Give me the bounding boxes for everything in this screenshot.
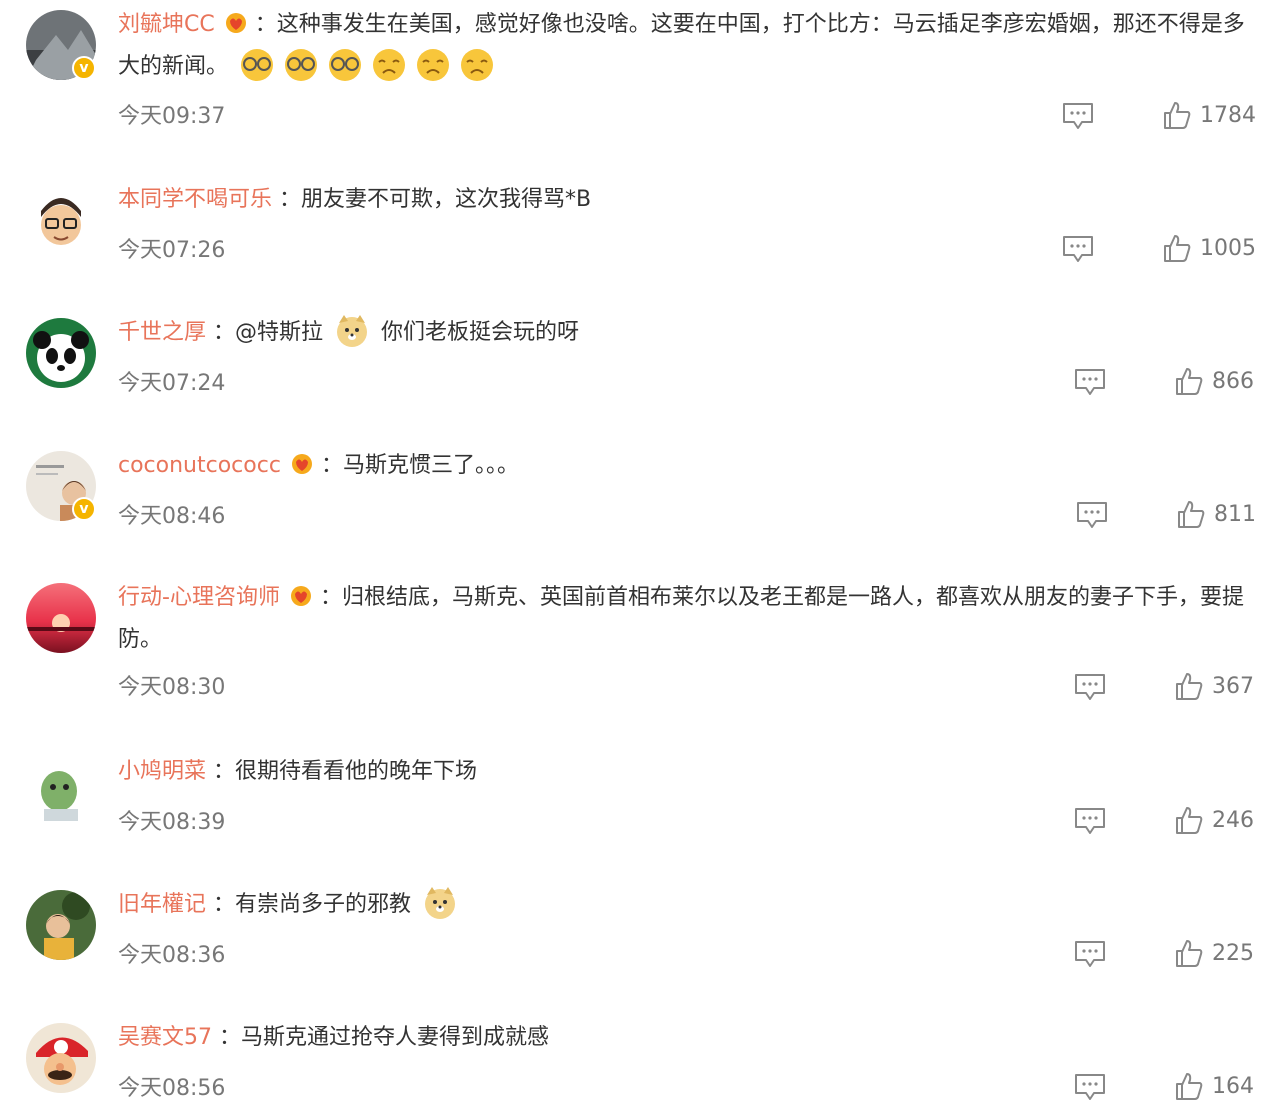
timestamp: 今天09:37 (118, 104, 226, 129)
username-link[interactable]: 吴赛文57 (118, 1025, 212, 1050)
like-button[interactable]: 1784 (1162, 100, 1256, 134)
comment-item: v 刘毓坤CC ：这种事发生在美国，感觉好像也没啥。这要在中国，打个比方：马云插足… (0, 0, 1280, 160)
comment-text: 旧年權记 ：有崇尚多子的邪教 (118, 884, 1260, 926)
timestamp: 今天08:30 (118, 675, 226, 700)
avatar[interactable] (26, 1023, 96, 1093)
username-link[interactable]: 小鸠明菜 (118, 759, 206, 784)
comment-body: ：马斯克惯三了。。。 (320, 453, 519, 478)
like-button[interactable]: 1005 (1162, 233, 1256, 267)
vip-heart-badge-icon (286, 585, 316, 607)
comment-item: 本同学不喝可乐 ：朋友妻不可欺，这次我得骂*B 今天07:26 1005 (0, 175, 1280, 295)
dizzy-face-emoji (327, 47, 363, 83)
comment-bubble-icon[interactable] (1062, 235, 1094, 263)
like-count: 164 (1212, 1073, 1254, 1099)
thumbs-up-icon (1176, 807, 1203, 834)
like-button[interactable]: 866 (1174, 366, 1254, 400)
comment-text: 千世之厚 ：@特斯拉 你们老板挺会玩的呀 (118, 312, 1260, 354)
username-link[interactable]: 本同学不喝可乐 (118, 187, 272, 212)
timestamp: 今天08:46 (118, 504, 226, 529)
comment-text: 本同学不喝可乐 ：朋友妻不可欺，这次我得骂*B (118, 179, 1260, 221)
comment-item: 千世之厚 ：@特斯拉 你们老板挺会玩的呀 今天07:24 866 (0, 308, 1280, 428)
comment-bubble-icon[interactable] (1062, 102, 1094, 130)
comment-bubble-icon[interactable] (1074, 673, 1106, 701)
comment-body: ：@特斯拉 (213, 320, 324, 345)
dizzy-face-emoji (283, 47, 319, 83)
like-button[interactable]: 246 (1174, 805, 1254, 839)
username-link[interactable]: 千世之厚 (118, 320, 206, 345)
sad-face-emoji (459, 47, 495, 83)
comment-bubble-icon[interactable] (1076, 501, 1108, 529)
comment-feed: v 刘毓坤CC ：这种事发生在美国，感觉好像也没啥。这要在中国，打个比方：马云插足… (0, 0, 1280, 1104)
doge-emoji (422, 885, 458, 921)
username-link[interactable]: 行动-心理咨询师 (118, 585, 280, 610)
like-count: 1005 (1200, 235, 1256, 261)
avatar[interactable] (26, 318, 96, 388)
comment-item: 旧年權记 ：有崇尚多子的邪教 今天08:36 225 (0, 880, 1280, 1000)
comment-bubble-icon[interactable] (1074, 940, 1106, 968)
vip-heart-badge-icon (287, 453, 317, 475)
username-link[interactable]: coconutcococc (118, 453, 281, 478)
comment-text: 刘毓坤CC ：这种事发生在美国，感觉好像也没啥。这要在中国，打个比方：马云插足李彦… (118, 4, 1260, 88)
comment-item: 行动-心理咨询师 ：归根结底，马斯克、英国前首相布莱尔以及老王都是一路人，都喜欢从… (0, 573, 1280, 733)
like-button[interactable]: 164 (1174, 1071, 1254, 1105)
comment-body: ：很期待看看他的晚年下场 (213, 759, 478, 784)
thumbs-up-icon (1176, 673, 1203, 700)
thumbs-up-icon (1164, 102, 1191, 129)
like-count: 811 (1214, 501, 1256, 527)
timestamp: 今天08:36 (118, 943, 226, 968)
thumbs-up-icon (1164, 235, 1191, 262)
avatar[interactable] (26, 583, 96, 653)
like-count: 367 (1212, 673, 1254, 699)
username-link[interactable]: 刘毓坤CC (118, 12, 215, 37)
like-count: 866 (1212, 368, 1254, 394)
like-count: 246 (1212, 807, 1254, 833)
dizzy-face-emoji (239, 47, 275, 83)
like-button[interactable]: 811 (1176, 499, 1256, 533)
doge-emoji (334, 313, 370, 349)
avatar[interactable] (26, 185, 96, 255)
comment-item: 吴赛文57 ：马斯克通过抢夺人妻得到成就感 今天08:56 164 (0, 1013, 1280, 1104)
like-count: 225 (1212, 940, 1254, 966)
verified-badge-icon: v (72, 497, 96, 521)
avatar[interactable] (26, 757, 96, 827)
comment-bubble-icon[interactable] (1074, 807, 1106, 835)
thumbs-up-icon (1178, 501, 1205, 528)
comment-body: ：朋友妻不可欺，这次我得骂*B (279, 187, 592, 212)
comment-body: ：有崇尚多子的邪教 (213, 892, 412, 917)
like-button[interactable]: 367 (1174, 671, 1254, 705)
sad-face-emoji (415, 47, 451, 83)
comment-text: 吴赛文57 ：马斯克通过抢夺人妻得到成就感 (118, 1017, 1260, 1059)
comment-text: 小鸠明菜 ：很期待看看他的晚年下场 (118, 751, 1260, 793)
avatar[interactable]: v (26, 451, 96, 521)
timestamp: 今天07:26 (118, 238, 226, 263)
avatar[interactable]: v (26, 10, 96, 80)
like-count: 1784 (1200, 102, 1256, 128)
verified-badge-icon: v (72, 56, 96, 80)
comment-bubble-icon[interactable] (1074, 1073, 1106, 1101)
comment-text: coconutcococc ：马斯克惯三了。。。 (118, 445, 1260, 487)
comment-body-continued: 你们老板挺会玩的呀 (381, 320, 580, 345)
comment-item: 小鸠明菜 ：很期待看看他的晚年下场 今天08:39 246 (0, 747, 1280, 867)
like-button[interactable]: 225 (1174, 938, 1254, 972)
timestamp: 今天07:24 (118, 371, 226, 396)
sad-face-emoji (371, 47, 407, 83)
comment-bubble-icon[interactable] (1074, 368, 1106, 396)
username-link[interactable]: 旧年權记 (118, 892, 206, 917)
timestamp: 今天08:56 (118, 1076, 226, 1101)
comment-body: ：马斯克通过抢夺人妻得到成就感 (219, 1025, 550, 1050)
thumbs-up-icon (1176, 940, 1203, 967)
thumbs-up-icon (1176, 368, 1203, 395)
comment-text: 行动-心理咨询师 ：归根结底，马斯克、英国前首相布莱尔以及老王都是一路人，都喜欢从… (118, 577, 1260, 661)
thumbs-up-icon (1176, 1073, 1203, 1100)
vip-heart-badge-icon (221, 12, 251, 34)
avatar[interactable] (26, 890, 96, 960)
timestamp: 今天08:39 (118, 810, 226, 835)
comment-item: v coconutcococc ：马斯克惯三了。。。 今天08:46 811 (0, 441, 1280, 561)
